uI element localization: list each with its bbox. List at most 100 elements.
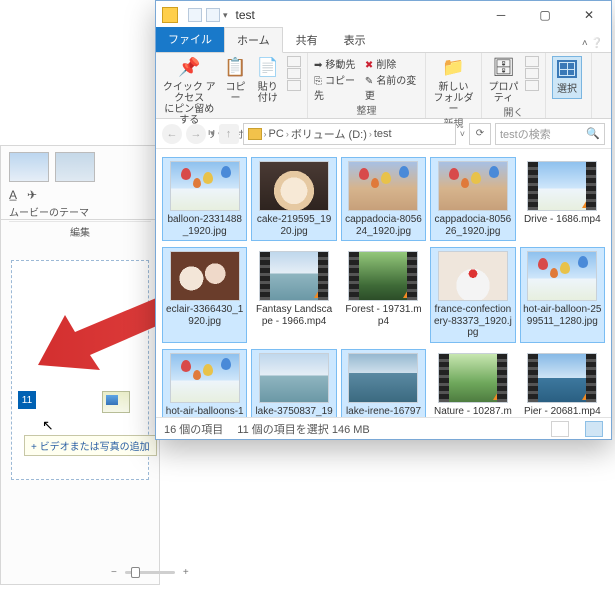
file-name: balloon-2331488_1920.jpg: [165, 214, 244, 237]
file-thumbnail: [348, 251, 418, 301]
history-icon[interactable]: [525, 80, 539, 91]
maximize-button[interactable]: [523, 1, 567, 29]
cut-icon[interactable]: [287, 56, 301, 67]
qat-button[interactable]: [188, 8, 202, 22]
copy-button[interactable]: コピー: [223, 56, 249, 104]
file-name: cappadocia-805624_1920.jpg: [344, 214, 423, 237]
zoom-out-icon[interactable]: −: [111, 567, 117, 578]
folder-icon: [441, 56, 467, 80]
crumb-pc[interactable]: PC: [269, 128, 284, 140]
file-item[interactable]: Fantasy Landscape - 1966.mp4: [251, 247, 336, 343]
close-button[interactable]: [567, 1, 611, 29]
paste-icon: [255, 56, 281, 80]
tab-view[interactable]: 表示: [331, 27, 379, 52]
pin-quickaccess-button[interactable]: クイック アクセス にピン留めする: [162, 56, 217, 126]
copyto-button[interactable]: コピー先: [314, 72, 359, 102]
window-title: test: [236, 8, 255, 22]
tab-share[interactable]: 共有: [283, 27, 331, 52]
file-item[interactable]: lake-3750837_1920.jpg: [251, 349, 336, 418]
file-thumbnail: [259, 353, 329, 403]
file-thumbnail: [348, 161, 418, 211]
file-item[interactable]: cappadocia-805626_1920.jpg: [430, 157, 515, 241]
up-button[interactable]: ↑: [219, 124, 239, 144]
file-item[interactable]: Nature - 10287.mp4~00.00.000~00.00.16.08…: [430, 349, 515, 418]
ribbon-tabs: ファイル ホーム 共有 表示 ˄ ❔: [156, 29, 611, 53]
crumb-dropdown-icon[interactable]: ˅: [460, 129, 465, 139]
file-thumbnail: [527, 251, 597, 301]
moveto-button[interactable]: 移動先: [314, 56, 359, 71]
search-icon: 🔍: [586, 127, 600, 140]
tab-file[interactable]: ファイル: [156, 27, 224, 52]
details-view-button[interactable]: [551, 421, 569, 437]
text-icon[interactable]: A̲: [9, 188, 17, 202]
refresh-button[interactable]: ⟳: [469, 123, 491, 145]
search-input[interactable]: testの検索 🔍: [495, 123, 605, 145]
drag-count-badge: 11: [18, 391, 36, 409]
paste-shortcut-icon[interactable]: [287, 80, 301, 91]
file-item[interactable]: lake-irene-1679708_1920.jpg: [341, 349, 426, 418]
history-dropdown-icon[interactable]: ▾: [210, 128, 215, 139]
delete-button[interactable]: 削除: [365, 56, 419, 71]
drop-zone[interactable]: 11 ↖ + ビデオまたは写真の追加: [11, 260, 149, 480]
file-item[interactable]: Forest - 19731.mp4: [341, 247, 426, 343]
file-thumbnail: [170, 251, 240, 301]
address-bar: ← → ▾ ↑ › PC› ボリューム (D:)› test ˅ ⟳ testの…: [156, 119, 611, 149]
open-icon[interactable]: [525, 56, 539, 67]
pin-icon: [176, 56, 202, 80]
bg-ribbon: A̲✈ ムービーのテーマ 編集: [1, 146, 159, 220]
breadcrumb[interactable]: › PC› ボリューム (D:)› test: [243, 123, 456, 145]
file-item[interactable]: balloon-2331488_1920.jpg: [162, 157, 247, 241]
file-item[interactable]: eclair-3366430_1920.jpg: [162, 247, 247, 343]
new-folder-button[interactable]: 新しい フォルダー: [432, 56, 475, 115]
file-thumbnail: [527, 353, 597, 403]
zoom-in-icon[interactable]: +: [183, 567, 189, 578]
minimize-button[interactable]: [479, 1, 523, 29]
edit-icon[interactable]: [525, 68, 539, 79]
tab-home[interactable]: ホーム: [224, 27, 283, 53]
ribbon-collapse-icon[interactable]: ˄ ❔: [574, 35, 611, 52]
back-button[interactable]: ←: [162, 124, 182, 144]
theme-thumb[interactable]: [55, 152, 95, 182]
selection-info: 11 個の項目を選択 146 MB: [237, 421, 369, 437]
select-button[interactable]: 選択: [552, 56, 582, 99]
effect-icon[interactable]: ✈: [27, 188, 37, 202]
file-item[interactable]: hot-air-balloons-1867279_1920.jpg: [162, 349, 247, 418]
file-item[interactable]: hot-air-balloon-2599511_1280.jpg: [520, 247, 605, 343]
ribbon: クイック アクセス にピン留めする コピー 貼り付け クリップボード 移動先 コ…: [156, 53, 611, 119]
file-item[interactable]: cake-219595_1920.jpg: [251, 157, 336, 241]
file-thumbnail: [348, 353, 418, 403]
drop-tip: + ビデオまたは写真の追加: [24, 435, 157, 456]
qat-dropdown-icon[interactable]: ▾: [223, 10, 228, 21]
properties-button[interactable]: プロパティ: [488, 56, 519, 104]
theme-thumb[interactable]: [9, 152, 49, 182]
properties-icon: [491, 56, 517, 80]
file-name: lake-3750837_1920.jpg: [254, 406, 333, 418]
file-thumbnail: [259, 161, 329, 211]
file-thumbnail: [170, 161, 240, 211]
vlc-icon: [582, 198, 594, 208]
rename-button[interactable]: 名前の変更: [365, 72, 419, 102]
thumbnails-view-button[interactable]: [585, 421, 603, 437]
copypath-icon[interactable]: [287, 68, 301, 79]
file-name: Drive - 1686.mp4: [524, 214, 601, 226]
file-thumbnail: [170, 353, 240, 403]
search-placeholder: testの検索: [500, 126, 551, 142]
file-thumbnail: [259, 251, 329, 301]
file-item[interactable]: france-confectionery-83373_1920.jpg: [430, 247, 515, 343]
crumb-volume[interactable]: ボリューム (D:): [291, 126, 367, 142]
file-item[interactable]: Pier - 20681.mp4: [520, 349, 605, 418]
file-name: eclair-3366430_1920.jpg: [165, 304, 244, 327]
paste-button[interactable]: 貼り付け: [255, 56, 282, 104]
vlc-icon: [403, 288, 415, 298]
theme-label: ムービーのテーマ: [9, 204, 151, 219]
vlc-icon: [314, 288, 326, 298]
zoom-slider[interactable]: − +: [111, 567, 189, 578]
forward-button[interactable]: →: [186, 124, 206, 144]
file-grid[interactable]: balloon-2331488_1920.jpg cake-219595_1920…: [156, 149, 611, 417]
file-item[interactable]: Drive - 1686.mp4: [520, 157, 605, 241]
file-name: Pier - 20681.mp4: [524, 406, 601, 418]
crumb-folder[interactable]: test: [374, 128, 392, 140]
titlebar[interactable]: ▾ test: [156, 1, 611, 29]
file-item[interactable]: cappadocia-805624_1920.jpg: [341, 157, 426, 241]
qat-button[interactable]: [206, 8, 220, 22]
